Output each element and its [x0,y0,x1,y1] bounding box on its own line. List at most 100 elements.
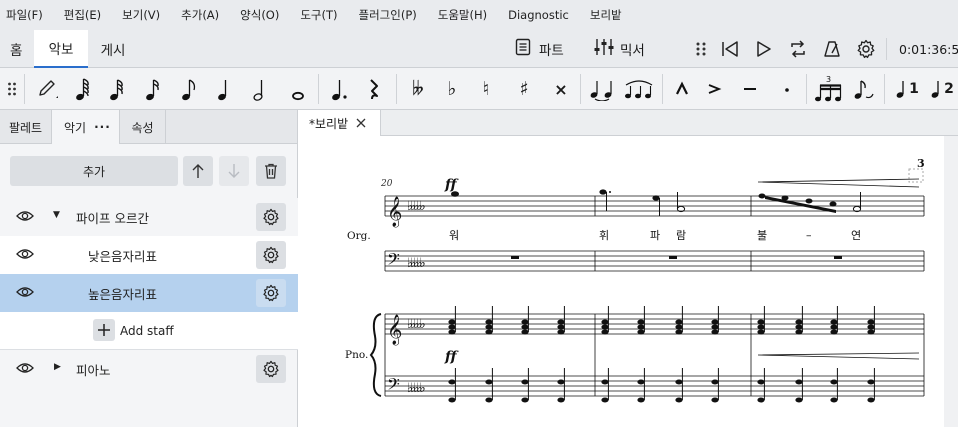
tuplet-icon[interactable]: 3 [812,68,846,110]
collapse-arrow-icon[interactable]: ▶ [54,362,61,372]
vertical-scrollbar[interactable] [944,136,958,427]
rewind-icon[interactable] [720,30,740,68]
staff-label: 높은음자리표 [88,286,158,302]
bass-notehead [601,397,609,403]
chord-notehead [795,329,803,335]
menu-add[interactable]: 추가(A) [181,7,219,23]
move-down-button[interactable] [219,156,249,186]
staff-row-bass-clef[interactable]: 낮은음자리표 [0,236,298,274]
add-staff-plus-icon[interactable] [93,319,115,341]
chord-notehead [485,324,493,330]
tab-score[interactable]: 악보 [34,30,88,68]
tab-properties[interactable]: 속성 [120,110,166,144]
rest-icon[interactable] [360,68,388,110]
note-toolbar-drag-handle[interactable] [6,68,18,110]
chord-notehead [637,319,645,325]
chord-notehead [601,329,609,335]
visibility-eye-icon[interactable] [16,285,34,302]
tenuto-icon[interactable] [736,68,764,110]
organ-bass-staff[interactable] [384,250,925,272]
note-half-icon[interactable] [248,68,276,110]
expand-arrow-icon[interactable]: ▼ [53,210,60,220]
menu-view[interactable]: 보기(V) [122,7,160,23]
voice-1-icon[interactable]: 1 [892,68,922,110]
score-tab[interactable]: *보리밭 [299,110,381,136]
score-canvas[interactable]: 20 ff ff Org. Pno. 3 𝄞 ♭♭♭♭♭ 워 휘 파 람 불 –… [299,136,958,427]
double-sharp-icon[interactable]: × [547,68,575,110]
tab-instruments[interactable]: 악기 ··· [52,110,120,144]
flip-direction-icon[interactable] [850,68,878,110]
note-whole-icon[interactable] [284,68,312,110]
playback-settings-gear-icon[interactable] [856,30,876,68]
playback-drag-handle[interactable] [695,30,707,68]
staff-settings-gear-icon[interactable] [256,241,286,269]
visibility-eye-icon[interactable] [16,209,34,226]
move-up-button[interactable] [183,156,213,186]
organ-treble-notes [451,189,862,216]
note-32nd-icon[interactable] [104,68,132,110]
visibility-eye-icon[interactable] [16,361,34,378]
mixer-button[interactable]: 믹서 [594,30,645,68]
instrument-settings-gear-icon[interactable] [256,203,286,231]
note-input-pencil-icon[interactable] [34,68,62,110]
piano-treble-staff[interactable] [384,313,925,396]
piano-bass-staff[interactable] [385,375,924,397]
accent-icon[interactable] [700,68,728,110]
voice-2-icon[interactable]: 2 [926,68,958,110]
menu-help[interactable]: 도움말(H) [438,7,487,23]
chord-notehead [757,324,765,330]
instrument-row-pipe-organ[interactable]: ▼ 파이프 오르간 [0,198,298,236]
double-flat-icon[interactable]: 𝄫 [404,68,432,110]
menu-format[interactable]: 양식(O) [240,7,279,23]
tab-palettes[interactable]: 팔레트 [0,110,52,144]
close-tab-icon[interactable] [356,118,366,128]
instrument-label: 파이프 오르간 [76,210,149,226]
chord-notehead [557,329,565,335]
menu-edit[interactable]: 편집(E) [64,7,101,23]
play-icon[interactable] [755,30,773,68]
flat-icon[interactable]: ♭ [438,68,466,110]
add-staff-button[interactable]: Add staff [120,324,174,338]
instruments-panel: 추가 ▼ 파이프 오르간 낮은음자리표 높은음자리표 Add staff ▶ 피… [0,144,298,427]
score-tab-title: *보리밭 [309,116,349,131]
key-signature-flats: ♭♭♭♭♭ [407,381,426,396]
staff-row-treble-clef[interactable]: 높은음자리표 [0,274,298,312]
staff-settings-gear-icon[interactable] [256,279,286,307]
note-input-toolbar: 𝄫 ♭ ♮ ♯ × 3 1 2 [0,68,958,110]
staccato-icon[interactable] [773,68,801,110]
lyric-syllable: 람 [676,229,686,242]
bass-notehead [675,397,683,403]
metronome-icon[interactable] [823,30,841,68]
chord-notehead [795,324,803,330]
instrument-row-piano[interactable]: ▶ 피아노 [0,350,298,388]
layout-break-marker[interactable] [908,168,924,183]
sharp-icon[interactable]: ♯ [510,68,538,110]
bass-notehead [757,397,765,403]
note-16th-icon[interactable] [140,68,168,110]
menu-plugins[interactable]: 플러그인(P) [359,7,417,23]
note-eighth-icon[interactable] [176,68,204,110]
instrument-name-organ: Org. [347,230,371,242]
instrument-settings-gear-icon[interactable] [256,355,286,383]
delete-button[interactable] [256,156,286,186]
natural-icon[interactable]: ♮ [472,68,500,110]
note-64th-icon[interactable] [70,68,98,110]
parts-button[interactable]: 파트 [515,30,564,68]
tab-publish[interactable]: 게시 [88,30,138,68]
add-instrument-button[interactable]: 추가 [10,156,178,186]
tie-icon[interactable] [586,68,618,110]
chord-notehead [557,319,565,325]
menu-file[interactable]: 파일(F) [6,7,43,23]
tab-home[interactable]: 홈 [0,30,34,68]
note-quarter-icon[interactable] [212,68,240,110]
chord-notehead [448,324,456,330]
more-options-icon[interactable]: ··· [94,120,111,134]
visibility-eye-icon[interactable] [16,247,34,264]
menu-tools[interactable]: 도구(T) [300,7,337,23]
augmentation-dot-icon[interactable] [326,68,354,110]
menu-diagnostic[interactable]: Diagnostic [508,8,569,22]
bass-notehead [711,397,719,403]
slur-icon[interactable] [622,68,656,110]
marcato-icon[interactable] [668,68,696,110]
loop-icon[interactable] [788,30,808,68]
